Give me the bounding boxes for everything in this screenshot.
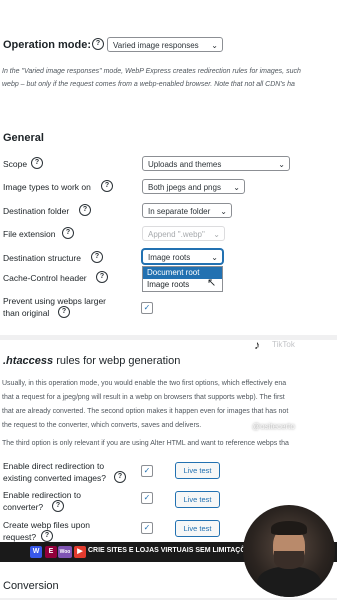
- option-label-2b: converter?: [3, 502, 44, 512]
- help-icon[interactable]: ?: [96, 271, 108, 283]
- chevron-down-icon: ⌄: [213, 230, 220, 239]
- tiktok-logo-icon: ♪: [254, 338, 260, 352]
- help-icon[interactable]: ?: [58, 306, 70, 318]
- operation-mode-select[interactable]: Varied image responses ⌄: [107, 37, 223, 52]
- htaccess-paragraph-line-2: that a request for a jpeg/png will resul…: [2, 394, 285, 401]
- htaccess-paragraph-line-3: that are already converted. The second o…: [2, 408, 289, 415]
- file-extension-value: Append ".webp": [148, 230, 205, 239]
- operation-mode-description-2: webp – but only if the request comes fro…: [2, 81, 295, 88]
- help-icon[interactable]: ?: [114, 471, 126, 483]
- presenter-video-avatar: [243, 505, 335, 597]
- htaccess-heading: .htaccess rules for webp generation: [3, 355, 180, 367]
- help-icon[interactable]: ?: [52, 500, 64, 512]
- destination-structure-select[interactable]: Image roots ⌄: [142, 249, 223, 264]
- scope-value: Uploads and themes: [148, 160, 222, 169]
- live-test-button[interactable]: Live test: [175, 462, 220, 479]
- destination-folder-value: In separate folder: [148, 207, 211, 216]
- help-icon[interactable]: ?: [62, 227, 74, 239]
- elementor-icon: E: [45, 546, 57, 558]
- woocommerce-icon: Woo: [58, 546, 72, 558]
- chevron-down-icon: ⌄: [211, 41, 218, 50]
- cache-control-label: Cache-Control header: [3, 273, 87, 283]
- help-icon[interactable]: ?: [101, 180, 113, 192]
- destination-structure-label: Destination structure: [3, 253, 81, 263]
- chevron-down-icon: ⌄: [278, 160, 285, 169]
- option-label-1b: existing converted images?: [3, 473, 107, 483]
- live-test-button[interactable]: Live test: [175, 491, 220, 508]
- scope-select[interactable]: Uploads and themes ⌄: [142, 156, 290, 171]
- redirect-converter-checkbox[interactable]: ✓: [141, 492, 153, 504]
- operation-mode-description-1: In the "Varied image responses" mode, We…: [2, 68, 301, 75]
- htaccess-paragraph-2: The third option is only relevant if you…: [2, 440, 289, 447]
- general-heading: General: [3, 132, 44, 144]
- htaccess-heading-em: .htaccess: [3, 355, 54, 367]
- chevron-down-icon: ⌄: [211, 253, 218, 262]
- help-icon[interactable]: ?: [41, 530, 53, 542]
- presenter-hair: [271, 521, 307, 535]
- image-types-select[interactable]: Both jpegs and pngs ⌄: [142, 179, 245, 194]
- image-types-label: Image types to work on: [3, 182, 91, 192]
- chevron-down-icon: ⌄: [220, 207, 227, 216]
- presenter-body: [257, 567, 321, 597]
- direct-redirection-checkbox[interactable]: ✓: [141, 465, 153, 477]
- destination-folder-select[interactable]: In separate folder ⌄: [142, 203, 232, 218]
- option-label-1a: Enable direct redirection to: [3, 461, 105, 471]
- htaccess-heading-rest: rules for webp generation: [56, 355, 181, 367]
- help-icon[interactable]: ?: [79, 204, 91, 216]
- htaccess-paragraph-line-4: the request to the converter, which conv…: [2, 422, 202, 429]
- htaccess-paragraph-line-1: Usually, in this operation mode, you wou…: [2, 380, 287, 387]
- scope-label: Scope: [3, 159, 28, 169]
- tiktok-text: TikTok: [272, 340, 295, 349]
- help-icon[interactable]: ?: [91, 251, 103, 263]
- help-icon[interactable]: ?: [31, 157, 43, 169]
- file-extension-label: File extension: [3, 229, 56, 239]
- option-label-2a: Enable redirection to: [3, 490, 81, 500]
- image-types-value: Both jpegs and pngs: [148, 183, 221, 192]
- prevent-larger-checkbox[interactable]: ✓: [141, 302, 153, 314]
- watermark-handle: @ositecerto: [252, 422, 295, 431]
- play-icon: ▶: [74, 546, 86, 558]
- chevron-down-icon: ⌄: [233, 183, 240, 192]
- wordpress-icon: W: [30, 546, 42, 558]
- option-label-3a: Create webp files upon: [3, 520, 90, 530]
- prevent-larger-label-2: than original: [3, 308, 50, 318]
- create-webp-checkbox[interactable]: ✓: [141, 522, 153, 534]
- conversion-heading: Conversion: [3, 580, 59, 592]
- help-icon[interactable]: ?: [92, 38, 104, 50]
- live-test-button[interactable]: Live test: [175, 520, 220, 537]
- destination-structure-value: Image roots: [148, 253, 191, 262]
- top-strip: [0, 0, 337, 20]
- operation-mode-label: Operation mode:: [3, 39, 92, 51]
- destination-folder-label: Destination folder: [3, 206, 70, 216]
- file-extension-select: Append ".webp" ⌄: [142, 226, 225, 241]
- option-label-3b: request?: [3, 532, 37, 542]
- operation-mode-value: Varied image responses: [113, 41, 199, 50]
- prevent-larger-label-1: Prevent using webps larger: [3, 296, 107, 306]
- presenter-beard: [274, 551, 304, 569]
- mouse-cursor-icon: ↖: [207, 277, 217, 289]
